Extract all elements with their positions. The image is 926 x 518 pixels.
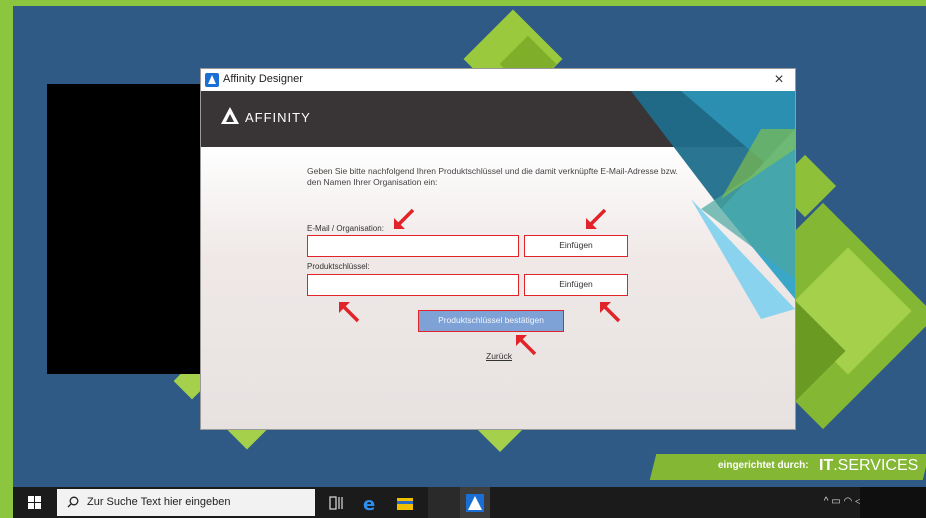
- annotation-arrow-icon: [600, 302, 621, 323]
- svg-text:e: e: [363, 494, 375, 512]
- taskbar-search-input[interactable]: Zur Suche Text hier eingeben: [57, 489, 315, 516]
- intro-line-2: den Namen Ihrer Organisation ein:: [307, 177, 438, 187]
- intro-line-1: Geben Sie bitte nachfolgend Ihren Produk…: [307, 166, 678, 176]
- file-explorer-icon[interactable]: [396, 494, 414, 512]
- confirm-product-key-button[interactable]: Produktschlüssel bestätigen: [418, 310, 564, 332]
- desktop: eingerichtet durch: IT.SERVICES Affinity…: [13, 6, 926, 487]
- branding-prefix: eingerichtet durch:: [718, 460, 809, 471]
- intro-text: Geben Sie bitte nachfolgend Ihren Produk…: [307, 166, 687, 188]
- windows-start-icon[interactable]: [13, 487, 57, 518]
- key-label: Produktschlüssel:: [307, 262, 370, 271]
- key-paste-button[interactable]: Einfügen: [524, 274, 628, 296]
- branding-it: IT: [819, 457, 834, 474]
- affinity-taskbar-button[interactable]: [460, 487, 490, 518]
- taskbar-app-slot[interactable]: [428, 487, 460, 518]
- annotation-arrow-icon: [586, 208, 607, 229]
- taskbar: Zur Suche Text hier eingeben e ^ ▭ ◠ ◁): [13, 487, 926, 518]
- branding-services: .SERVICES: [833, 457, 919, 474]
- task-view-icon[interactable]: [328, 494, 346, 512]
- clock-area[interactable]: [860, 487, 926, 518]
- edge-browser-icon[interactable]: e: [361, 494, 379, 512]
- email-field[interactable]: [307, 235, 519, 257]
- annotation-arrow-icon: [394, 208, 415, 229]
- affinity-app-icon: [466, 494, 484, 512]
- back-link[interactable]: Zurück: [486, 351, 512, 361]
- annotation-arrow-icon: [516, 335, 537, 356]
- annotation-arrow-icon: [339, 302, 360, 323]
- search-icon: [67, 496, 79, 508]
- affinity-dialog: Affinity Designer × AFFINITY Geben Sie b…: [201, 69, 795, 429]
- search-placeholder: Zur Suche Text hier eingeben: [87, 496, 231, 508]
- product-key-field[interactable]: [307, 274, 519, 296]
- email-paste-button[interactable]: Einfügen: [524, 235, 628, 257]
- branding-logo: IT.SERVICES: [819, 457, 918, 475]
- email-label: E-Mail / Organisation:: [307, 224, 384, 233]
